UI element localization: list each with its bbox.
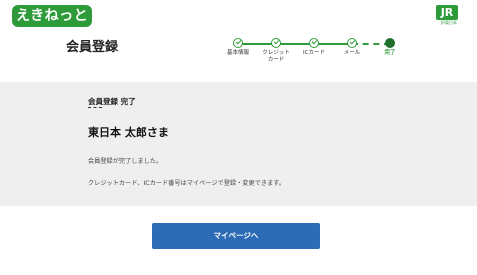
ekinet-logo[interactable]: えきねっと: [12, 5, 93, 27]
step-ic-card: ICカード: [294, 38, 334, 57]
section-title-underline: [88, 107, 102, 108]
completion-panel: [0, 82, 477, 206]
step-done-icon: [347, 38, 357, 48]
step-label: 基本情報: [226, 50, 249, 56]
mypage-button[interactable]: マイページへ: [152, 223, 320, 249]
step-done-icon: [233, 38, 243, 48]
step-email: メール: [332, 38, 372, 57]
step-done-icon: [309, 38, 319, 48]
step-basic-info: 基本情報: [218, 38, 258, 57]
step-credit-card: クレジット カード: [256, 38, 296, 64]
step-complete: 完了: [370, 38, 410, 57]
step-label: クレジット カード: [262, 50, 290, 63]
step-label: 完了: [384, 50, 396, 56]
jr-mark: JR: [436, 5, 458, 20]
step-label: メール: [343, 50, 361, 56]
page-title: 会員登録: [66, 40, 119, 55]
section-title: 会員登録 完了: [88, 97, 136, 106]
step-current-icon: [385, 38, 395, 48]
member-name: 東日本 太郎さま: [88, 126, 169, 139]
jr-east-logo[interactable]: JR JR東日本: [434, 5, 464, 27]
info-message: クレジットカード、ICカード番号はマイページで登録・変更できます。: [88, 180, 285, 187]
step-done-icon: [271, 38, 281, 48]
completion-message: 会員登録が完了しました。: [88, 158, 163, 165]
jr-logo-sub: JR東日本: [441, 20, 457, 25]
step-label: ICカード: [303, 50, 325, 56]
header: えきねっと JR JR東日本: [0, 0, 477, 32]
progress-stepper: 基本情報 クレジット カード ICカード メール 完了: [218, 38, 404, 68]
